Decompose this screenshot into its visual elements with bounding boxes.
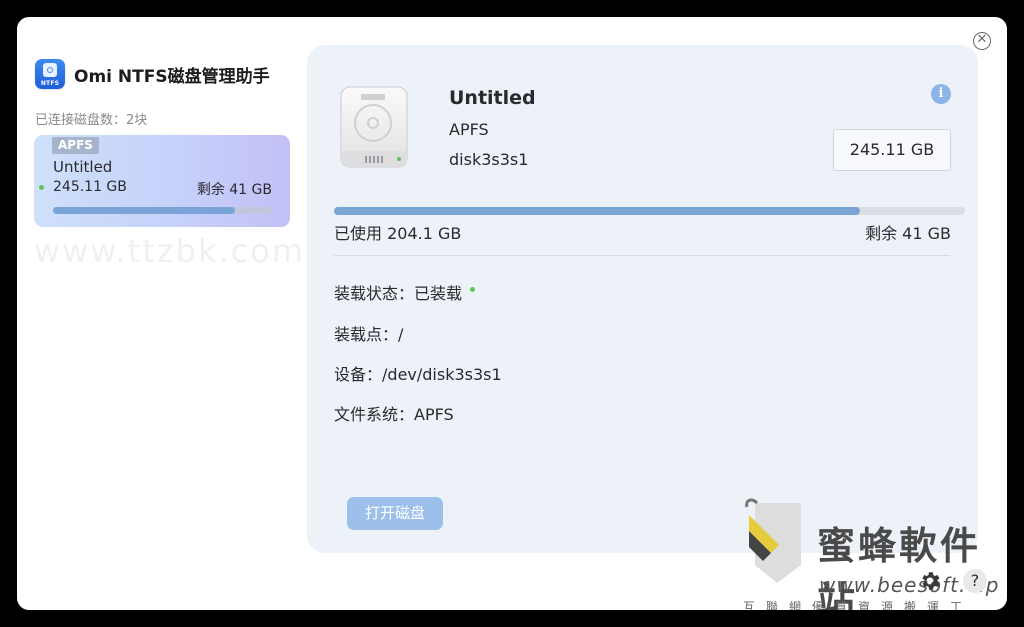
- app-logo-icon: NTFS: [35, 59, 65, 89]
- volume-name: Untitled: [449, 87, 536, 109]
- mounted-status-dot: [470, 287, 476, 292]
- mount-point-value: /: [398, 325, 404, 344]
- app-title: Omi NTFS磁盘管理助手: [74, 66, 270, 87]
- close-button[interactable]: ✕: [973, 32, 991, 50]
- close-icon: ✕: [976, 32, 988, 47]
- volume-filesystem: APFS: [449, 120, 489, 139]
- used-space-label: 已使用 204.1 GB: [334, 224, 462, 243]
- disk-usage-fill: [53, 207, 236, 214]
- disk-name: Untitled: [53, 158, 113, 176]
- app-window: NTFS Omi NTFS磁盘管理助手 已连接磁盘数：2块 APFS Untit…: [17, 17, 1007, 610]
- connected-disk-count: 已连接磁盘数：2块: [35, 113, 148, 128]
- gear-icon[interactable]: [918, 569, 942, 593]
- usage-bar: [334, 207, 965, 215]
- device-row: 设备：/dev/disk3s3s1: [334, 361, 502, 385]
- divider: [334, 255, 950, 256]
- disk-size: 245.11 GB: [53, 179, 127, 195]
- disk-usage-bar: [53, 207, 272, 214]
- site-watermark: www.ttzbk.com: [34, 232, 305, 270]
- disk-free: 剩余 41 GB: [196, 182, 272, 198]
- brand-slogan: 互聯網優質資源搬運工: [743, 600, 974, 610]
- disk-list-item[interactable]: APFS Untitled 245.11 GB 剩余 41 GB: [34, 135, 290, 227]
- disk-fs-badge: APFS: [52, 137, 99, 154]
- info-icon[interactable]: i: [931, 84, 951, 104]
- volume-device-id: disk3s3s1: [449, 150, 529, 169]
- app-header: NTFS Omi NTFS磁盘管理助手: [35, 59, 270, 89]
- bee-logo-icon: [745, 498, 801, 583]
- device-label: 设备：: [334, 365, 383, 384]
- help-icon[interactable]: ?: [963, 569, 987, 593]
- hard-drive-icon: [340, 86, 408, 168]
- mount-status-row: 装载状态：已装载: [334, 280, 476, 304]
- mount-point-row: 装载点：/: [334, 321, 403, 345]
- capacity-box: 245.11 GB: [833, 129, 951, 171]
- open-disk-button[interactable]: 打开磁盘: [347, 497, 443, 530]
- mount-point-label: 装载点：: [334, 325, 399, 344]
- mount-status-label: 装载状态：: [334, 284, 415, 303]
- filesystem-row: 文件系统：APFS: [334, 401, 454, 425]
- filesystem-label: 文件系统：: [334, 405, 415, 424]
- usage-bar-fill: [334, 207, 860, 215]
- mount-status-value: 已装载: [414, 284, 463, 303]
- brand-watermark: 蜜蜂軟件站 www.beesoft.vip 互聯網優質資源搬運工: [739, 495, 1007, 610]
- device-value: /dev/disk3s3s1: [382, 365, 502, 384]
- disk-status-dot: [39, 185, 44, 190]
- filesystem-value: APFS: [414, 405, 454, 424]
- free-space-label: 剩余 41 GB: [865, 224, 951, 243]
- disk-detail-panel: Untitled APFS disk3s3s1 i 245.11 GB 已使用 …: [307, 45, 978, 553]
- app-logo-text: NTFS: [40, 80, 60, 87]
